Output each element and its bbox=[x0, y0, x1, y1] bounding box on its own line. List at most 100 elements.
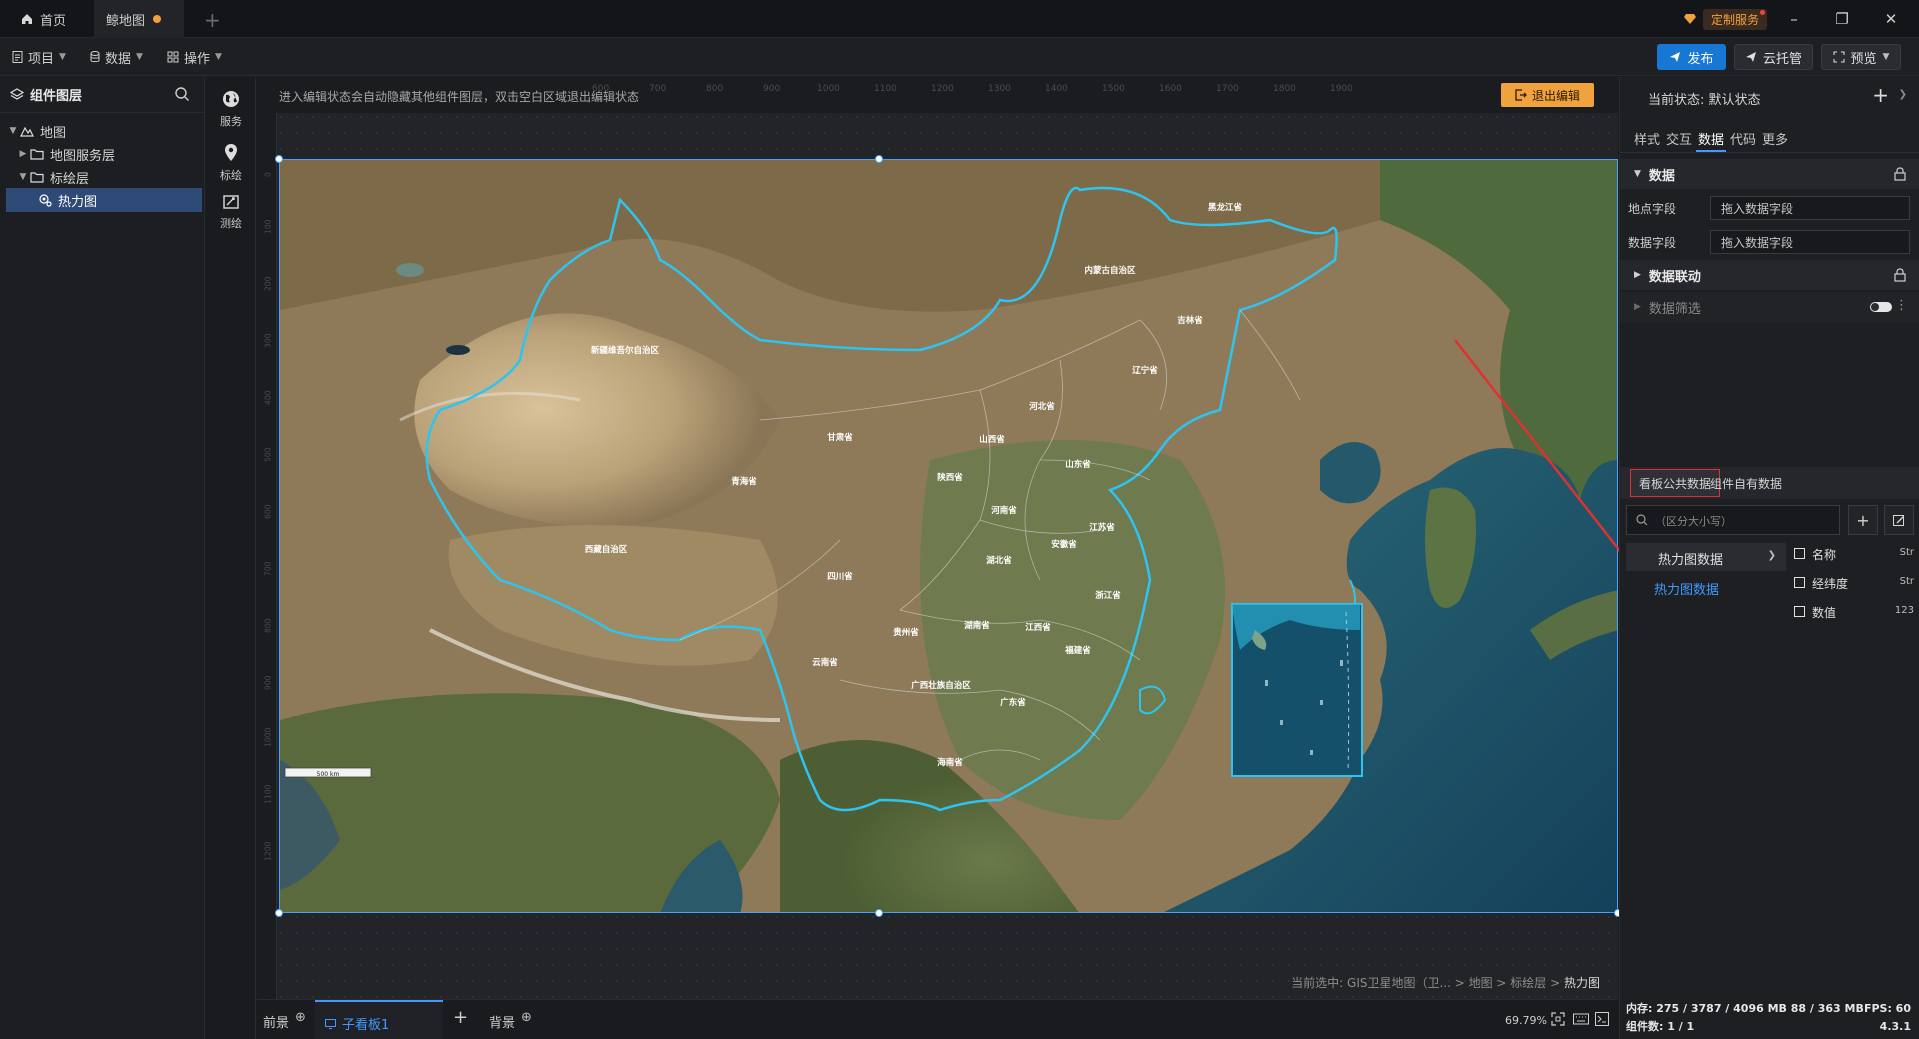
layer-plot[interactable]: ▼ 标绘层 bbox=[6, 165, 202, 189]
chevron-right-icon[interactable]: ❯ bbox=[1899, 89, 1907, 100]
sub-board-tab[interactable]: 子看板1 bbox=[315, 1000, 443, 1039]
field-item[interactable]: 名称 Str bbox=[1786, 544, 1919, 566]
hint-bar: 600 700 800 900 1000 1100 1200 1300 1400… bbox=[257, 77, 1618, 113]
resize-handle-top-left[interactable] bbox=[275, 155, 283, 163]
menu-project[interactable]: 项目 ▼ bbox=[12, 47, 66, 67]
preview-button[interactable]: 预览 ▼ bbox=[1821, 44, 1901, 70]
expand-arrow-icon[interactable]: ▼ bbox=[6, 126, 20, 136]
map-graphic: 500 km 黑龙江省 内蒙古自治区 吉林省 辽宁省 新疆维吾尔自治区 河北省 … bbox=[280, 160, 1617, 912]
field-item[interactable]: 经纬度 Str bbox=[1786, 573, 1919, 595]
expand-arrow-icon[interactable]: ▶ bbox=[16, 149, 30, 159]
chevron-down-icon: ▼ bbox=[215, 52, 222, 62]
tab-document[interactable]: 鲸地图 bbox=[94, 0, 184, 38]
lock-icon[interactable] bbox=[1894, 167, 1906, 181]
grid-icon bbox=[167, 51, 179, 63]
map-label: 广西壮族自治区 bbox=[911, 680, 971, 691]
add-dataset-button[interactable]: + bbox=[1848, 505, 1878, 535]
section-data[interactable]: ▼ 数据 bbox=[1620, 159, 1919, 189]
lock-icon[interactable] bbox=[1894, 268, 1906, 282]
send-icon bbox=[1670, 52, 1681, 62]
editor-canvas[interactable]: 600 700 800 900 1000 1100 1200 1300 1400… bbox=[257, 77, 1622, 999]
resize-handle-top[interactable] bbox=[875, 155, 883, 163]
value-field-dropzone[interactable]: 拖入数据字段 bbox=[1710, 230, 1910, 254]
map-label: 福建省 bbox=[1064, 645, 1091, 656]
breadcrumb-path: 当前选中: GIS卫星地图（卫... > 地图 > 标绘层 > bbox=[1291, 976, 1564, 990]
terminal-icon[interactable] bbox=[1595, 1012, 1609, 1026]
tab-interaction[interactable]: 交互 bbox=[1666, 129, 1692, 148]
zoom-level[interactable]: 69.79% bbox=[1505, 1014, 1547, 1027]
search-icon bbox=[1636, 514, 1648, 526]
foreground-tab[interactable]: 前景 ⊕ bbox=[263, 1010, 306, 1031]
tab-home[interactable]: 首页 bbox=[8, 0, 92, 38]
background-tab[interactable]: 背景 ⊕ bbox=[489, 1010, 532, 1031]
more-vertical-icon[interactable]: ⋮ bbox=[1895, 298, 1908, 313]
custom-service-label: 定制服务 bbox=[1703, 8, 1768, 30]
layer-map-service[interactable]: ▶ 地图服务层 bbox=[6, 142, 202, 166]
field-checkbox[interactable] bbox=[1794, 577, 1805, 588]
section-filter[interactable]: ▶ 数据筛选 ⋮ bbox=[1620, 292, 1919, 322]
edit-hint-text: 进入编辑状态会自动隐藏其他组件图层，双击空白区域退出编辑状态 bbox=[279, 90, 640, 104]
custom-service-button[interactable]: 定制服务 bbox=[1683, 8, 1768, 30]
filter-toggle[interactable] bbox=[1870, 302, 1892, 312]
menu-operate[interactable]: 操作 ▼ bbox=[167, 47, 222, 67]
preview-label: 预览 bbox=[1850, 51, 1877, 67]
location-field-dropzone[interactable]: 拖入数据字段 bbox=[1710, 196, 1910, 220]
ruler-tick: 1100 bbox=[874, 84, 897, 94]
cloud-hosting-button[interactable]: 云托管 bbox=[1734, 44, 1813, 70]
dataset-select[interactable]: 热力图数据 ❯ bbox=[1626, 543, 1786, 571]
menu-data-label: 数据 bbox=[105, 51, 132, 67]
diamond-icon bbox=[1684, 14, 1696, 24]
dataset-search-input[interactable]: （区分大小写） bbox=[1626, 505, 1840, 535]
background-label: 背景 bbox=[489, 1016, 516, 1031]
keyboard-icon[interactable] bbox=[1573, 1013, 1589, 1025]
add-state-button[interactable]: + bbox=[1872, 83, 1889, 107]
resize-handle-bottom-left[interactable] bbox=[275, 909, 283, 917]
tab-more[interactable]: 更多 bbox=[1762, 129, 1788, 148]
location-field-row: 地点字段 拖入数据字段 bbox=[1620, 194, 1919, 222]
send-icon bbox=[1745, 52, 1756, 62]
map-label: 山西省 bbox=[979, 434, 1005, 445]
field-checkbox[interactable] bbox=[1794, 548, 1805, 559]
layer-heatmap[interactable]: 热力图 bbox=[6, 188, 202, 212]
dataset-link[interactable]: 热力图数据 bbox=[1654, 579, 1719, 598]
layer-label: 热力图 bbox=[58, 194, 98, 210]
add-board-button[interactable]: + bbox=[453, 1007, 468, 1028]
selection-breadcrumb: 当前选中: GIS卫星地图（卫... > 地图 > 标绘层 > 热力图 bbox=[1291, 974, 1600, 991]
layer-label: 标绘层 bbox=[50, 171, 90, 187]
tool-service[interactable]: 服务 bbox=[206, 89, 256, 129]
field-item[interactable]: 数值 123 bbox=[1786, 602, 1919, 624]
field-checkbox[interactable] bbox=[1794, 606, 1805, 617]
breadcrumb-current: 热力图 bbox=[1563, 976, 1600, 990]
tab-component-own-data[interactable]: 组件自有数据 bbox=[1702, 469, 1790, 497]
tab-code[interactable]: 代码 bbox=[1730, 129, 1756, 148]
tab-style[interactable]: 样式 bbox=[1634, 129, 1660, 148]
restore-button[interactable]: ❐ bbox=[1828, 6, 1856, 32]
layer-map[interactable]: ▼ 地图 bbox=[6, 119, 202, 143]
expand-arrow-icon[interactable]: ▼ bbox=[16, 172, 30, 182]
ruler-tick: 300 bbox=[263, 333, 272, 348]
exit-edit-button[interactable]: 退出编辑 bbox=[1501, 83, 1594, 107]
edit-dataset-button[interactable] bbox=[1884, 505, 1914, 535]
tab-data[interactable]: 数据 bbox=[1695, 129, 1727, 152]
search-icon[interactable] bbox=[174, 86, 190, 102]
add-circle-icon[interactable]: ⊕ bbox=[295, 1010, 306, 1025]
close-button[interactable]: ✕ bbox=[1877, 6, 1905, 32]
fit-screen-icon[interactable] bbox=[1551, 1012, 1565, 1026]
map-label: 青海省 bbox=[731, 476, 757, 487]
satellite-map[interactable]: 500 km 黑龙江省 内蒙古自治区 吉林省 辽宁省 新疆维吾尔自治区 河北省 … bbox=[279, 159, 1618, 913]
layers-header: 组件图层 bbox=[0, 77, 204, 113]
resize-handle-bottom[interactable] bbox=[875, 909, 883, 917]
minimize-button[interactable]: – bbox=[1780, 6, 1808, 32]
tool-measure[interactable]: 测绘 bbox=[206, 193, 256, 231]
ruler-tick: 1100 bbox=[263, 784, 272, 803]
current-state[interactable]: 当前状态: 默认状态 bbox=[1648, 89, 1761, 108]
menu-data[interactable]: 数据 ▼ bbox=[90, 47, 143, 67]
expand-arrow-icon: ▶ bbox=[1634, 302, 1641, 312]
add-circle-icon[interactable]: ⊕ bbox=[521, 1010, 532, 1025]
publish-button[interactable]: 发布 bbox=[1657, 44, 1726, 70]
section-linkage[interactable]: ▶ 数据联动 bbox=[1620, 260, 1919, 290]
new-tab-button[interactable]: + bbox=[204, 8, 221, 32]
tool-plot[interactable]: 标绘 bbox=[206, 143, 256, 183]
map-label: 新疆维吾尔自治区 bbox=[591, 345, 660, 356]
vertical-ruler: 0 100 200 300 400 500 600 700 800 900 10… bbox=[257, 113, 277, 999]
